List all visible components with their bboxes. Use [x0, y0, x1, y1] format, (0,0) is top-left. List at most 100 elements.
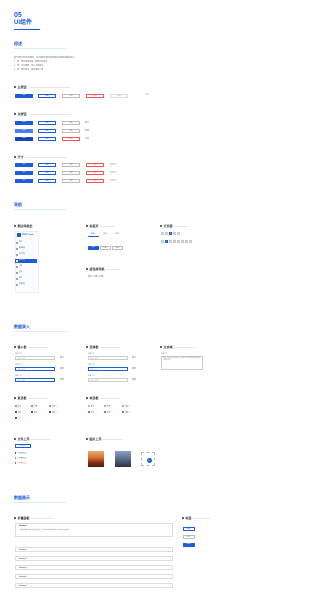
menu-item[interactable]: 资产管理: [15, 253, 37, 257]
pager-prev[interactable]: <: [161, 240, 164, 243]
checkbox-option[interactable]: 选中: [15, 411, 21, 414]
pager-prev[interactable]: <: [161, 232, 164, 235]
checkbox-option[interactable]: 默认: [15, 405, 21, 408]
radio[interactable]: [104, 405, 106, 407]
uploaded-image-thumbnail[interactable]: [88, 451, 104, 467]
tag[interactable]: 标签三: [183, 543, 195, 547]
collapse-panel[interactable]: Heading 6 ﹀: [15, 583, 173, 588]
radio-option[interactable]: 选项一: [104, 405, 112, 408]
checkbox-option[interactable]: 选项二: [49, 405, 57, 408]
file-item-error[interactable]: 文件名称.xls: [15, 462, 26, 465]
checkbox-checked[interactable]: [31, 411, 33, 413]
checkbox[interactable]: [15, 405, 17, 407]
medium-button[interactable]: 按钮: [15, 171, 33, 175]
text-input-active[interactable]: 请输入内容: [15, 378, 55, 382]
tab[interactable]: 标签三: [112, 233, 123, 237]
large-button[interactable]: 按钮: [38, 163, 56, 167]
secondary-button[interactable]: 按钮: [38, 121, 56, 125]
large-button[interactable]: 按钮: [15, 163, 33, 167]
secondary-button-active[interactable]: 按钮: [62, 137, 80, 141]
radio-selected[interactable]: [122, 411, 124, 413]
breadcrumb[interactable]: 首页 / 列表 / 详情: [88, 276, 103, 278]
collapse-panel[interactable]: Heading 5 ﹀: [15, 574, 173, 579]
tag[interactable]: 标签一: [183, 527, 195, 531]
tab[interactable]: 标签二: [100, 233, 111, 237]
small-button[interactable]: 按钮: [62, 179, 80, 183]
secondary-button-active[interactable]: 按钮: [38, 137, 56, 141]
large-button[interactable]: 按钮: [86, 163, 104, 167]
radio[interactable]: [122, 405, 124, 407]
secondary-button-hover[interactable]: 按钮: [15, 129, 33, 133]
collapse-panel[interactable]: Heading 2 ﹀: [15, 547, 173, 552]
pager-page[interactable]: 2: [169, 240, 172, 243]
checkbox-option[interactable]: 选项一: [31, 411, 39, 414]
radio-option[interactable]: 选中: [88, 411, 94, 414]
upload-button[interactable]: 上传文件: [15, 444, 31, 448]
tab-card-active[interactable]: 标签一: [88, 246, 99, 250]
collapse-panel-open[interactable]: Heading 1 ︿ 这里是折叠面板展开后的内容区域，用于放置详细的说明文字与…: [15, 523, 173, 537]
tab-card[interactable]: 标签二: [100, 246, 111, 250]
collapse-panel[interactable]: Heading 4 ﹀: [15, 565, 173, 570]
medium-button[interactable]: 按钮: [38, 171, 56, 175]
checkbox[interactable]: [49, 405, 51, 407]
large-button[interactable]: 按钮: [62, 163, 80, 167]
checkbox-checked[interactable]: [15, 411, 17, 413]
medium-button[interactable]: 按钮: [86, 171, 104, 175]
pager-page[interactable]: 6: [185, 240, 188, 243]
small-button[interactable]: 按钮: [86, 179, 104, 183]
tag[interactable]: 标签二: [183, 535, 195, 539]
medium-button[interactable]: 按钮: [62, 171, 80, 175]
pager-page-active[interactable]: 2: [169, 232, 172, 235]
file-item[interactable]: 文件名称.pdf: [15, 457, 26, 460]
small-button[interactable]: 按钮: [15, 179, 33, 183]
collapse-panel[interactable]: Heading 3 ﹀: [15, 556, 173, 561]
checkbox[interactable]: [31, 405, 33, 407]
secondary-button-hover[interactable]: 按钮: [38, 129, 56, 133]
menu-item[interactable]: 数据概览: [15, 247, 37, 251]
menu-item-active[interactable]: 用户中心: [15, 259, 37, 263]
secondary-button[interactable]: 按钮: [15, 121, 33, 125]
text-input-focus[interactable]: 请输入内容: [15, 367, 55, 371]
primary-button[interactable]: 按钮: [15, 94, 33, 98]
textarea[interactable]: 这是一段示例文本内容，用于展示文本域组件的样式效果与排版方式。: [161, 356, 203, 370]
menu-item[interactable]: 首页: [15, 241, 37, 245]
default-button[interactable]: 按钮: [62, 94, 80, 98]
pager-page-active[interactable]: 1: [165, 240, 168, 243]
checkbox-checked[interactable]: [49, 411, 51, 413]
select-field[interactable]: 请输入内容: [88, 378, 128, 382]
pager-next[interactable]: >: [189, 240, 192, 243]
text-button[interactable]: 按钮: [133, 94, 161, 98]
checkbox-option[interactable]: 选项一: [31, 405, 39, 408]
pager-page[interactable]: 3: [173, 240, 176, 243]
outline-button[interactable]: 按钮: [38, 94, 56, 98]
checkbox-option[interactable]: 选项二: [49, 411, 57, 414]
select-field-focus[interactable]: 请输入内容: [88, 367, 128, 371]
secondary-button[interactable]: 按钮: [62, 121, 80, 125]
pager-page[interactable]: 1: [165, 232, 168, 235]
select-field[interactable]: 请输入内容: [88, 356, 128, 360]
text-input[interactable]: 请输入内容: [15, 356, 55, 360]
radio-selected[interactable]: [104, 411, 106, 413]
radio-option[interactable]: 选项二: [122, 411, 130, 414]
danger-button[interactable]: 按钮: [86, 94, 104, 98]
small-button[interactable]: 按钮: [38, 179, 56, 183]
radio-option[interactable]: 选项一: [104, 411, 112, 414]
pager-page[interactable]: 3: [173, 232, 176, 235]
menu-item[interactable]: 设置: [15, 271, 37, 275]
image-upload-slot[interactable]: +: [141, 452, 155, 466]
uploaded-image-thumbnail[interactable]: [115, 451, 131, 467]
radio[interactable]: [88, 405, 90, 407]
tab-card[interactable]: 标签三: [112, 246, 123, 250]
radio-option[interactable]: 选项二: [122, 405, 130, 408]
menu-item[interactable]: 帮助: [15, 277, 37, 281]
secondary-button-active[interactable]: 按钮: [15, 137, 33, 141]
radio-selected[interactable]: [88, 411, 90, 413]
pager-page[interactable]: 4: [177, 240, 180, 243]
file-item[interactable]: 文件名称.doc: [15, 452, 27, 455]
menu-item[interactable]: 系统管理: [15, 283, 37, 287]
secondary-button-hover[interactable]: 按钮: [62, 129, 80, 133]
radio-option[interactable]: 默认: [88, 405, 94, 408]
menu-item[interactable]: 订单: [15, 265, 37, 269]
pager-next[interactable]: >: [177, 232, 180, 235]
pager-page[interactable]: 5: [181, 240, 184, 243]
